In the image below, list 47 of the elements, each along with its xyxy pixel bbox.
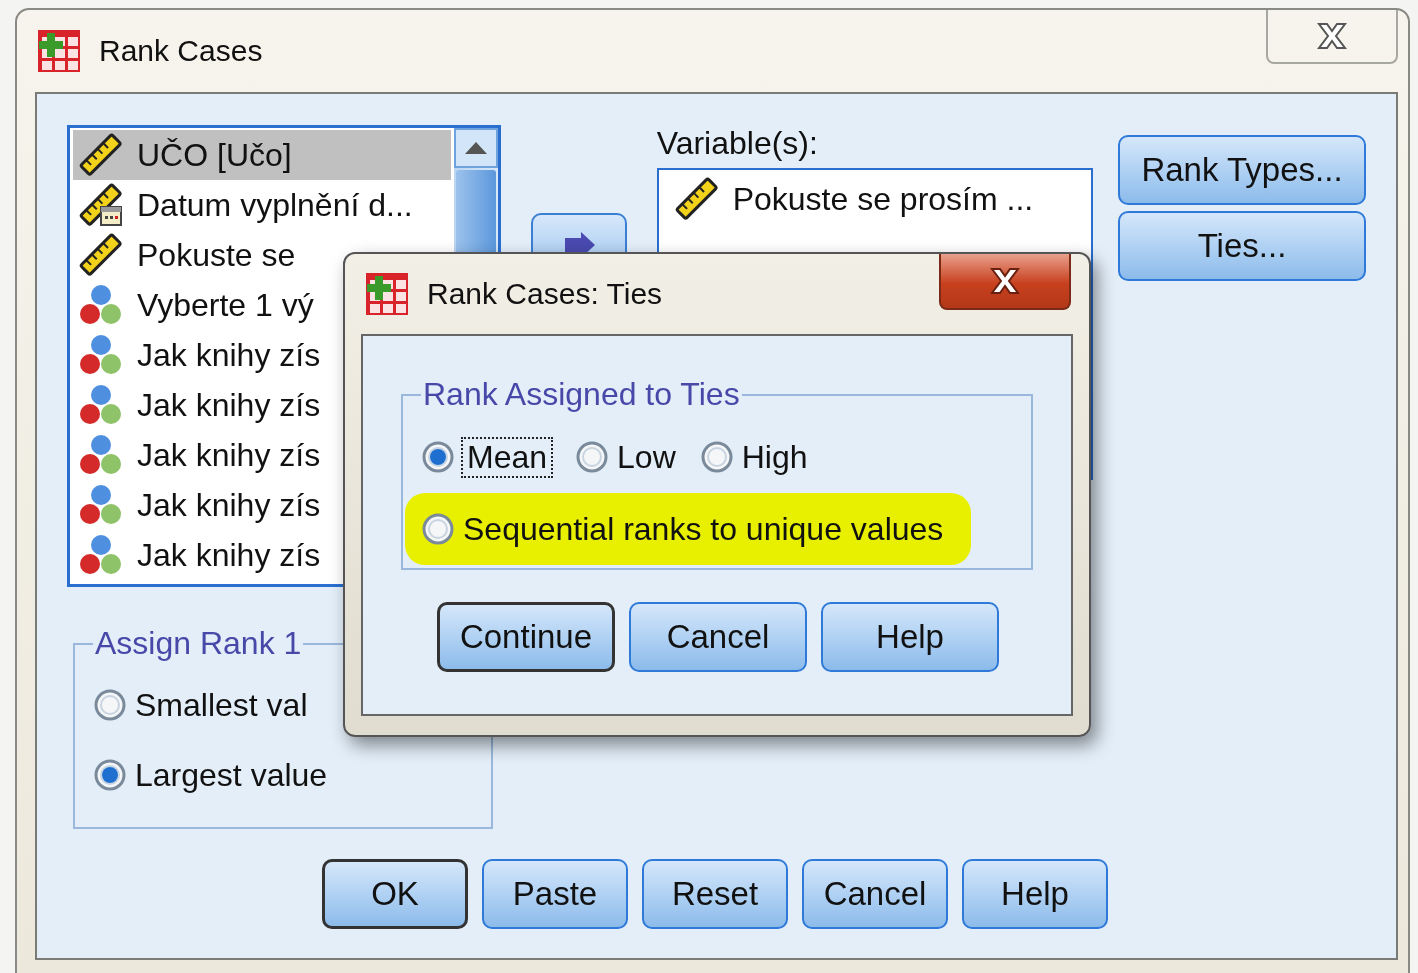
three-balls-icon: [79, 433, 123, 477]
radio-label: Sequential ranks to unique values: [463, 510, 944, 548]
field-label: Variable(s):: [656, 125, 819, 162]
dialog-button[interactable]: Cancel: [802, 859, 948, 929]
window-title: Rank Cases: [99, 34, 263, 68]
dialog-button[interactable]: Ties...: [1118, 211, 1366, 281]
three-balls-icon: [79, 333, 123, 377]
dialog-button[interactable]: Cancel: [629, 602, 807, 672]
dialog-button[interactable]: Help: [962, 859, 1108, 929]
close-icon: [988, 266, 1022, 296]
radio-label: Smallest val: [135, 686, 308, 724]
ruler-calendar-icon: [79, 183, 123, 227]
dialog-button[interactable]: Rank Types...: [1118, 135, 1366, 205]
dialog-button[interactable]: Paste: [482, 859, 628, 929]
list-item[interactable]: Pokuste se prosím ...: [732, 180, 1034, 218]
dialog-button[interactable]: Help: [821, 602, 999, 672]
list-item[interactable]: Jak knihy zís: [73, 480, 451, 530]
dialog-button[interactable]: Reset: [642, 859, 788, 929]
radio-button[interactable]: [93, 758, 127, 792]
table-icon: [365, 272, 409, 316]
dialog-title: Rank Cases: Ties: [427, 277, 663, 311]
radio-button[interactable]: [93, 688, 127, 722]
three-balls-icon: [79, 483, 123, 527]
radio-label: High: [741, 438, 808, 476]
close-button[interactable]: [939, 254, 1071, 310]
radio-button[interactable]: [699, 440, 734, 474]
list-item[interactable]: Jak knihy zís: [73, 430, 451, 480]
close-icon: [1315, 21, 1349, 51]
list-item[interactable]: Jak knihy zís: [73, 530, 451, 580]
dialog-button[interactable]: Continue: [437, 602, 615, 672]
list-item[interactable]: Datum vyplnění d...: [73, 180, 451, 230]
table-icon: [37, 29, 81, 73]
list-item[interactable]: Pokuste se: [73, 230, 451, 280]
radio-label: Mean: [463, 438, 552, 476]
three-balls-icon: [79, 533, 123, 577]
three-balls-icon: [79, 383, 123, 427]
radio-button[interactable]: [575, 440, 610, 474]
radio-button[interactable]: [421, 440, 455, 474]
radio-button[interactable]: [421, 512, 455, 546]
up-arrow-icon: [464, 141, 488, 155]
three-balls-icon: [79, 283, 123, 327]
radio-label: Largest value: [135, 756, 328, 794]
radio-label: Low: [617, 438, 676, 476]
close-button[interactable]: [1266, 10, 1398, 64]
list-item[interactable]: UČO [Učo]: [73, 130, 451, 180]
dialog-button[interactable]: OK: [322, 859, 468, 929]
group-title: Assign Rank 1: [94, 625, 303, 662]
